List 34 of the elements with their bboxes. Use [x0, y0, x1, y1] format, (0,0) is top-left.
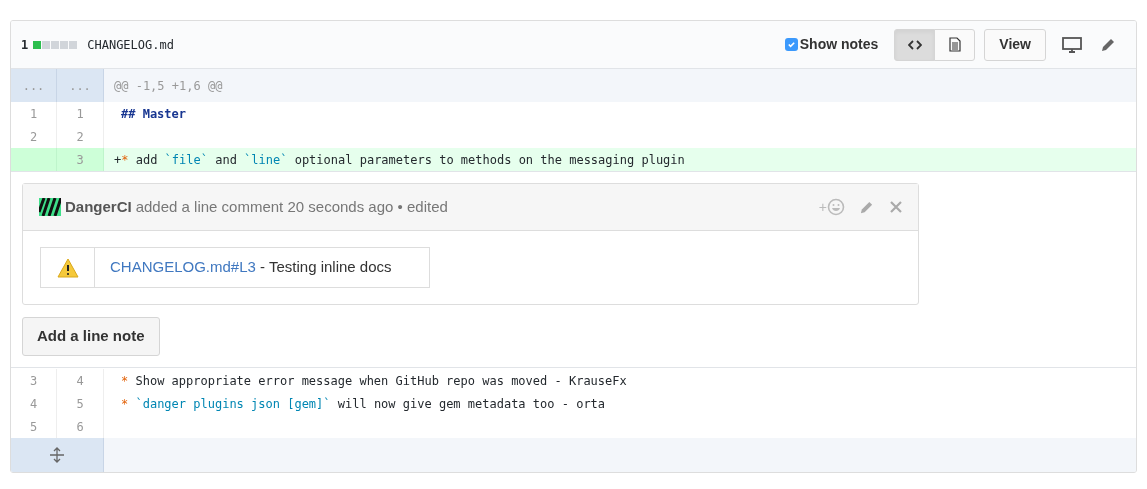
hunk-expander[interactable]: ...	[11, 69, 57, 102]
expand-gutter[interactable]	[11, 438, 104, 472]
table-cell-text: CHANGELOG.md#L3 - Testing inline docs	[110, 257, 392, 278]
show-notes-label[interactable]: Show notes	[799, 34, 879, 55]
hunk-header: @@ -1,5 +1,6 @@	[113, 77, 223, 95]
add-line-note-button[interactable]: Add a line note	[22, 317, 160, 356]
smiley-icon	[827, 198, 845, 216]
change-count: 1	[21, 36, 29, 54]
close-icon[interactable]	[890, 201, 902, 213]
code-line: * `danger plugins json [gem]` will now give gem metadata too - orta	[120, 395, 606, 413]
logo-icon	[39, 198, 61, 216]
file-link[interactable]: CHANGELOG.md#L3	[110, 258, 256, 276]
line-number-cell[interactable]	[11, 148, 57, 171]
add-reaction-button[interactable]: +	[818, 196, 845, 218]
diffstat-icon	[33, 40, 78, 49]
view-button[interactable]: View	[984, 28, 1046, 61]
code-line: * Show appropriate error message when GitHub repo was moved - KrauseFx	[120, 372, 627, 390]
code-icon	[907, 39, 922, 50]
hunk-expander[interactable]: ...	[57, 69, 104, 102]
comment-author[interactable]: DangerCI	[65, 195, 132, 219]
added-code-line: +* add `file` and `line` optional parameters to methods on the messaging plugin	[113, 151, 685, 169]
comment-meta: added a line comment 20 seconds ago • edited	[135, 196, 448, 217]
monitor-icon[interactable]	[1062, 36, 1082, 53]
document-icon	[948, 37, 961, 52]
warning-icon	[56, 257, 79, 278]
show-notes-checkbox[interactable]	[784, 38, 798, 51]
file-name[interactable]: CHANGELOG.md	[87, 35, 174, 54]
code-view-button[interactable]	[894, 28, 936, 61]
line-number-cell[interactable]: 3	[57, 148, 104, 171]
expand-icon[interactable]	[49, 447, 65, 463]
pencil-icon[interactable]	[1100, 36, 1116, 53]
document-view-button[interactable]	[934, 28, 976, 61]
code-line: ## Master	[120, 105, 187, 123]
check-icon	[786, 40, 796, 49]
